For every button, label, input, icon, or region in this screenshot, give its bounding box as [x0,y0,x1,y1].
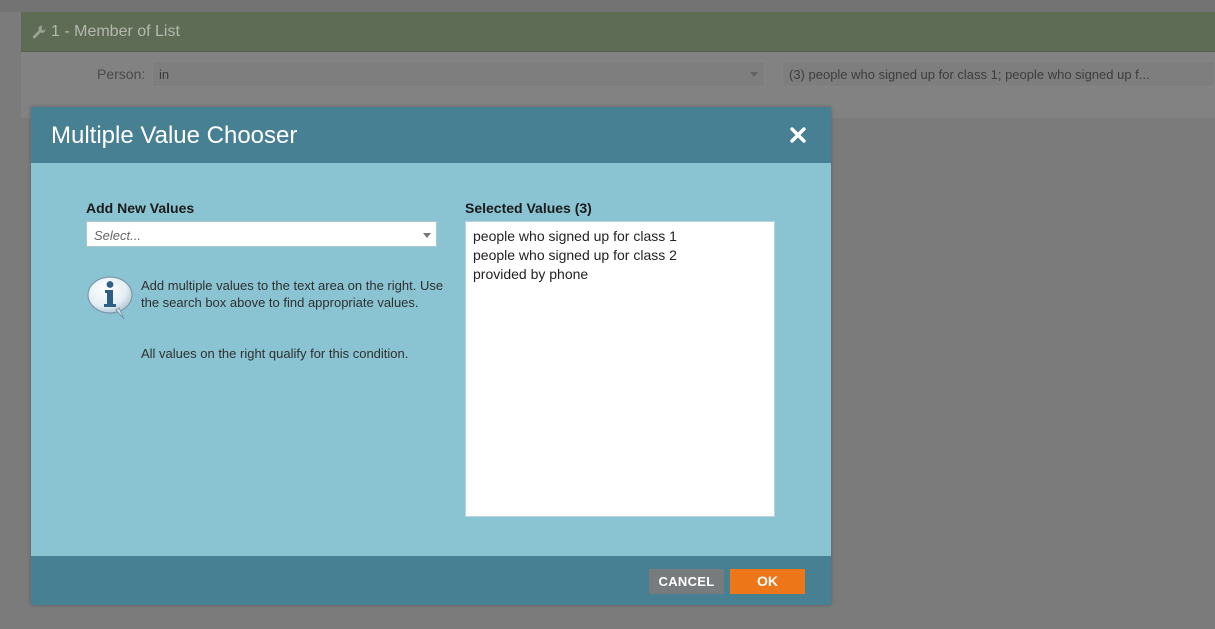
wrench-icon [32,25,46,39]
help-text-qualify: All values on the right qualify for this… [141,346,409,361]
info-icon [87,276,133,320]
selected-value: provided by phone [473,266,589,282]
selected-values-label: Selected Values (3) [465,200,592,216]
cancel-button[interactable]: CANCEL [649,569,724,594]
dialog-body: Add New Values Select... Add multiple va… [31,163,831,556]
values-summary-field[interactable]: (3) people who signed up for class 1; pe… [782,61,1215,87]
filter-header[interactable]: 1 - Member of List [21,12,1215,52]
filter-title: 1 - Member of List [51,23,180,40]
chevron-down-icon [750,72,758,77]
operator-value: in [159,67,170,82]
dialog-title: Multiple Value Chooser [51,122,298,149]
values-summary: (3) people who signed up for class 1; pe… [789,67,1150,82]
dialog-header: Multiple Value Chooser [31,107,831,163]
dialog-footer: CANCEL OK [31,556,831,605]
multiple-value-chooser-dialog: Multiple Value Chooser Add New Values Se… [31,107,831,605]
selected-value: people who signed up for class 2 [473,247,677,263]
add-new-values-label: Add New Values [86,200,195,216]
person-label: Person: [97,66,146,82]
add-values-select[interactable]: Select... [86,221,437,247]
close-icon[interactable] [787,124,809,146]
operator-select[interactable]: in [152,61,765,87]
select-placeholder: Select... [94,228,141,243]
selected-values-textarea[interactable]: people who signed up for class 1 people … [465,221,775,517]
ok-button[interactable]: OK [730,569,805,594]
help-text: Add multiple values to the text area on … [141,278,444,310]
top-strip [0,0,1215,12]
selected-value: people who signed up for class 1 [473,228,677,244]
chevron-down-icon [423,233,431,238]
